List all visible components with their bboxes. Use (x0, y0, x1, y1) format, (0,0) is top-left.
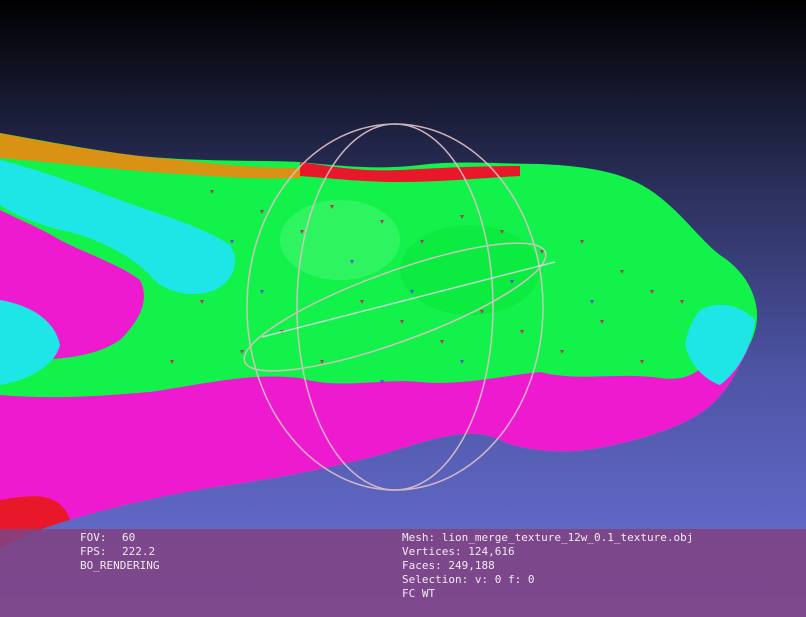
hud-left-column: FOV: 60 FPS: 222.2 BO_RENDERING (80, 531, 159, 573)
mesh-scene[interactable] (0, 0, 806, 617)
face-count: Faces: 249,188 (402, 559, 495, 572)
selection-info: Selection: v: 0 f: 0 (402, 573, 535, 586)
info-overlay-panel: FOV: 60 FPS: 222.2 BO_RENDERING Mesh: li… (0, 529, 806, 617)
vertex-count: Vertices: 124,616 (402, 545, 515, 558)
fps-row: FPS: 222.2 (80, 545, 159, 559)
mesh-model (0, 133, 758, 548)
3d-viewport[interactable]: FOV: 60 FPS: 222.2 BO_RENDERING Mesh: li… (0, 0, 806, 617)
fov-row: FOV: 60 (80, 531, 159, 545)
fov-value: 60 (122, 531, 136, 544)
fps-label: FPS: (80, 545, 107, 558)
render-flags: FC WT (402, 587, 436, 600)
fps-value: 222.2 (122, 545, 156, 558)
mesh-name: Mesh: lion_merge_texture_12w_0.1_texture… (402, 531, 694, 544)
render-mode: BO_RENDERING (80, 559, 160, 572)
fov-label: FOV: (80, 531, 107, 544)
hud-right-column: Mesh: lion_merge_texture_12w_0.1_texture… (402, 531, 693, 601)
